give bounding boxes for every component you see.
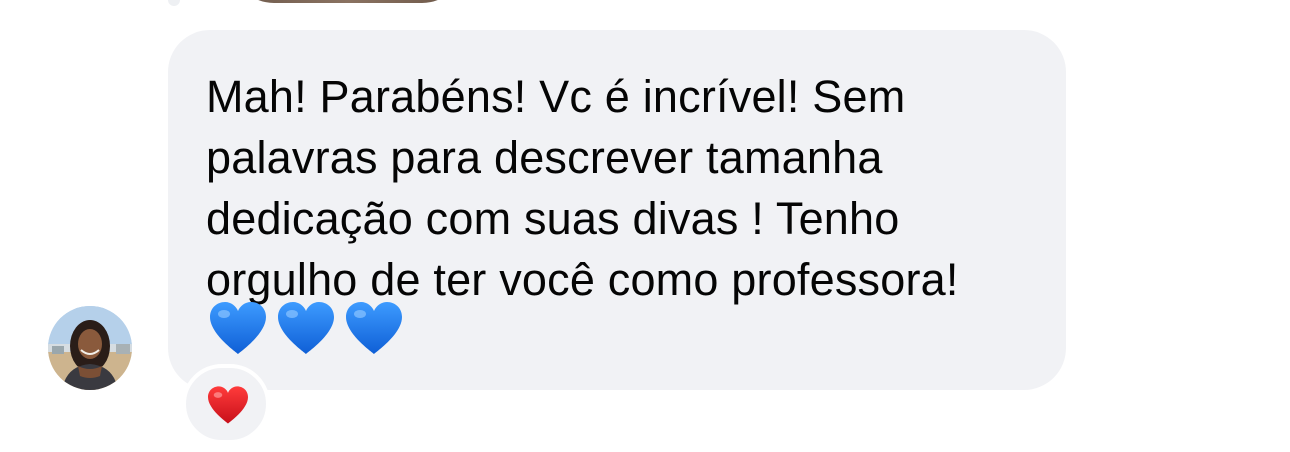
blue-heart-icon bbox=[346, 302, 402, 354]
blue-heart-icon bbox=[210, 302, 266, 354]
reaction-badge[interactable] bbox=[182, 364, 270, 444]
blue-heart-icon bbox=[278, 302, 334, 354]
red-heart-icon bbox=[208, 386, 248, 424]
comment-text: Mah! Parabéns! Vc é incrível! Sem palavr… bbox=[206, 71, 959, 305]
profile-photo-icon bbox=[48, 306, 132, 390]
previous-media-thumbnail[interactable] bbox=[228, 0, 468, 6]
previous-comment-edge bbox=[168, 0, 180, 6]
avatar[interactable] bbox=[48, 306, 132, 390]
comment-bubble[interactable]: Mah! Parabéns! Vc é incrível! Sem palavr… bbox=[168, 30, 1066, 390]
emoji-row bbox=[208, 300, 404, 356]
